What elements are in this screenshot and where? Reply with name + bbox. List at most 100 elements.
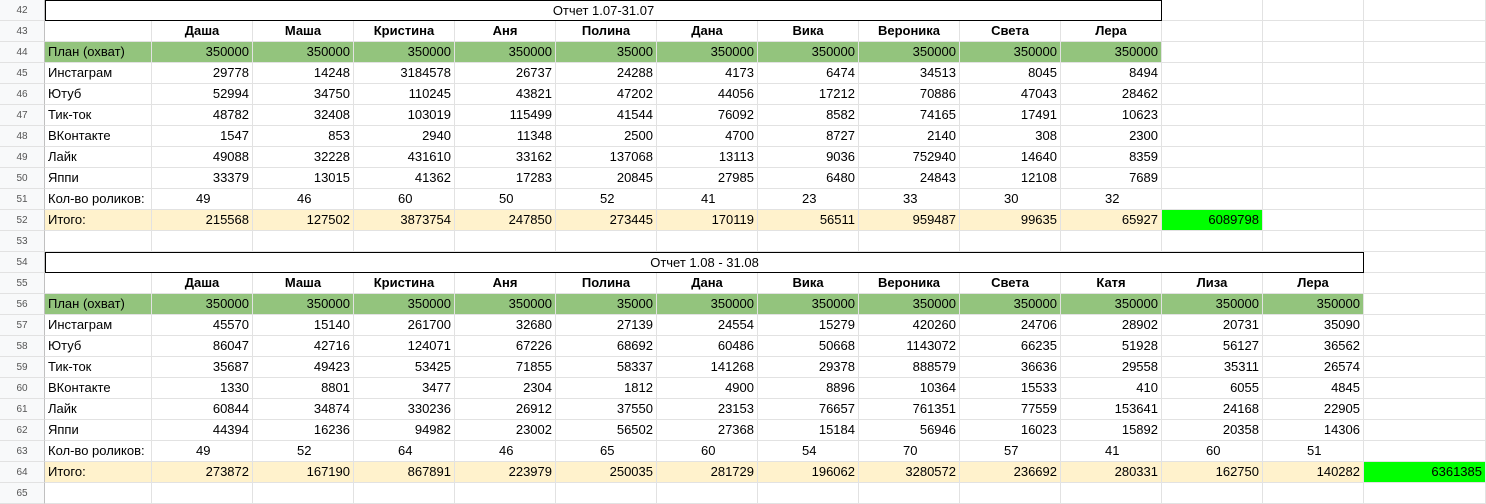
platform-label[interactable]: Ютуб <box>45 336 152 357</box>
plan-value[interactable]: 35000 <box>556 42 657 63</box>
metric-value[interactable]: 24843 <box>859 168 960 189</box>
empty-cell[interactable] <box>1263 0 1364 21</box>
metric-value[interactable]: 6480 <box>758 168 859 189</box>
metric-value[interactable]: 13015 <box>253 168 354 189</box>
plan-value[interactable]: 35000 <box>556 294 657 315</box>
metric-value[interactable]: 76657 <box>758 399 859 420</box>
empty-cell[interactable] <box>1263 42 1364 63</box>
platform-label[interactable]: Лайк <box>45 399 152 420</box>
plan-value[interactable]: 350000 <box>1162 294 1263 315</box>
empty-cell[interactable] <box>859 483 960 504</box>
metric-value[interactable]: 24554 <box>657 315 758 336</box>
video-count-value[interactable]: 57 <box>960 441 1061 462</box>
empty-cell[interactable] <box>1263 63 1364 84</box>
empty-cell[interactable] <box>1364 63 1486 84</box>
empty-cell[interactable] <box>1061 231 1162 252</box>
column-header-4[interactable]: Аня <box>455 21 556 42</box>
metric-value[interactable]: 9036 <box>758 147 859 168</box>
metric-value[interactable]: 23002 <box>455 420 556 441</box>
metric-value[interactable]: 49423 <box>253 357 354 378</box>
column-header-9[interactable]: Света <box>960 273 1061 294</box>
metric-value[interactable]: 4845 <box>1263 378 1364 399</box>
metric-value[interactable]: 74165 <box>859 105 960 126</box>
row-number[interactable]: 42 <box>0 0 45 21</box>
empty-cell[interactable] <box>1364 336 1486 357</box>
metric-value[interactable]: 420260 <box>859 315 960 336</box>
metric-value[interactable]: 124071 <box>354 336 455 357</box>
grand-total[interactable]: 6089798 <box>1162 210 1263 231</box>
total-value[interactable]: 196062 <box>758 462 859 483</box>
platform-label[interactable]: Лайк <box>45 147 152 168</box>
metric-value[interactable]: 2140 <box>859 126 960 147</box>
empty-cell[interactable] <box>859 231 960 252</box>
video-count-value[interactable]: 51 <box>1263 441 1364 462</box>
empty-cell[interactable] <box>657 231 758 252</box>
metric-value[interactable]: 34874 <box>253 399 354 420</box>
metric-value[interactable]: 6055 <box>1162 378 1263 399</box>
empty-cell[interactable] <box>1263 231 1364 252</box>
row-number[interactable]: 64 <box>0 462 45 483</box>
platform-label[interactable]: ВКонтакте <box>45 378 152 399</box>
metric-value[interactable]: 15140 <box>253 315 354 336</box>
metric-value[interactable]: 60844 <box>152 399 253 420</box>
metric-value[interactable]: 56946 <box>859 420 960 441</box>
empty-cell[interactable] <box>1263 84 1364 105</box>
plan-value[interactable]: 350000 <box>253 42 354 63</box>
video-count-value[interactable]: 46 <box>455 441 556 462</box>
metric-value[interactable]: 888579 <box>859 357 960 378</box>
empty-cell[interactable] <box>1263 105 1364 126</box>
total-value[interactable]: 3873754 <box>354 210 455 231</box>
metric-value[interactable]: 77559 <box>960 399 1061 420</box>
metric-value[interactable]: 261700 <box>354 315 455 336</box>
row-number[interactable]: 43 <box>0 21 45 42</box>
empty-cell[interactable] <box>1162 189 1263 210</box>
empty-cell[interactable] <box>1263 210 1364 231</box>
empty-cell[interactable] <box>1364 420 1486 441</box>
empty-cell[interactable] <box>1364 273 1486 294</box>
metric-value[interactable]: 110245 <box>354 84 455 105</box>
metric-value[interactable]: 8045 <box>960 63 1061 84</box>
metric-value[interactable]: 94982 <box>354 420 455 441</box>
row-number[interactable]: 50 <box>0 168 45 189</box>
metric-value[interactable]: 70886 <box>859 84 960 105</box>
row-number[interactable]: 45 <box>0 63 45 84</box>
video-count-value[interactable]: 60 <box>657 441 758 462</box>
empty-cell[interactable] <box>253 483 354 504</box>
platform-label[interactable]: ВКонтакте <box>45 126 152 147</box>
video-count-value[interactable]: 49 <box>152 441 253 462</box>
metric-value[interactable]: 28902 <box>1061 315 1162 336</box>
row-number[interactable]: 47 <box>0 105 45 126</box>
metric-value[interactable]: 29778 <box>152 63 253 84</box>
metric-value[interactable]: 3477 <box>354 378 455 399</box>
total-value[interactable]: 281729 <box>657 462 758 483</box>
empty-cell[interactable] <box>152 231 253 252</box>
video-count-value[interactable]: 70 <box>859 441 960 462</box>
metric-value[interactable]: 431610 <box>354 147 455 168</box>
column-header-7[interactable]: Вика <box>758 21 859 42</box>
metric-value[interactable]: 60486 <box>657 336 758 357</box>
metric-value[interactable]: 26912 <box>455 399 556 420</box>
plan-value[interactable]: 350000 <box>758 42 859 63</box>
metric-value[interactable]: 26574 <box>1263 357 1364 378</box>
empty-cell[interactable] <box>960 483 1061 504</box>
column-header-8[interactable]: Вероника <box>859 21 960 42</box>
row-number[interactable]: 59 <box>0 357 45 378</box>
row-number[interactable]: 46 <box>0 84 45 105</box>
metric-value[interactable]: 15184 <box>758 420 859 441</box>
platform-label[interactable]: Яппи <box>45 168 152 189</box>
metric-value[interactable]: 27368 <box>657 420 758 441</box>
total-value[interactable]: 247850 <box>455 210 556 231</box>
total-label[interactable]: Итого: <box>45 210 152 231</box>
column-header-7[interactable]: Вика <box>758 273 859 294</box>
metric-value[interactable]: 22905 <box>1263 399 1364 420</box>
total-value[interactable]: 280331 <box>1061 462 1162 483</box>
plan-value[interactable]: 350000 <box>859 294 960 315</box>
empty-cell[interactable] <box>1364 105 1486 126</box>
metric-value[interactable]: 86047 <box>152 336 253 357</box>
empty-cell[interactable] <box>1162 0 1263 21</box>
metric-value[interactable]: 34750 <box>253 84 354 105</box>
metric-value[interactable]: 752940 <box>859 147 960 168</box>
empty-cell[interactable] <box>1162 84 1263 105</box>
total-value[interactable]: 99635 <box>960 210 1061 231</box>
metric-value[interactable]: 43821 <box>455 84 556 105</box>
